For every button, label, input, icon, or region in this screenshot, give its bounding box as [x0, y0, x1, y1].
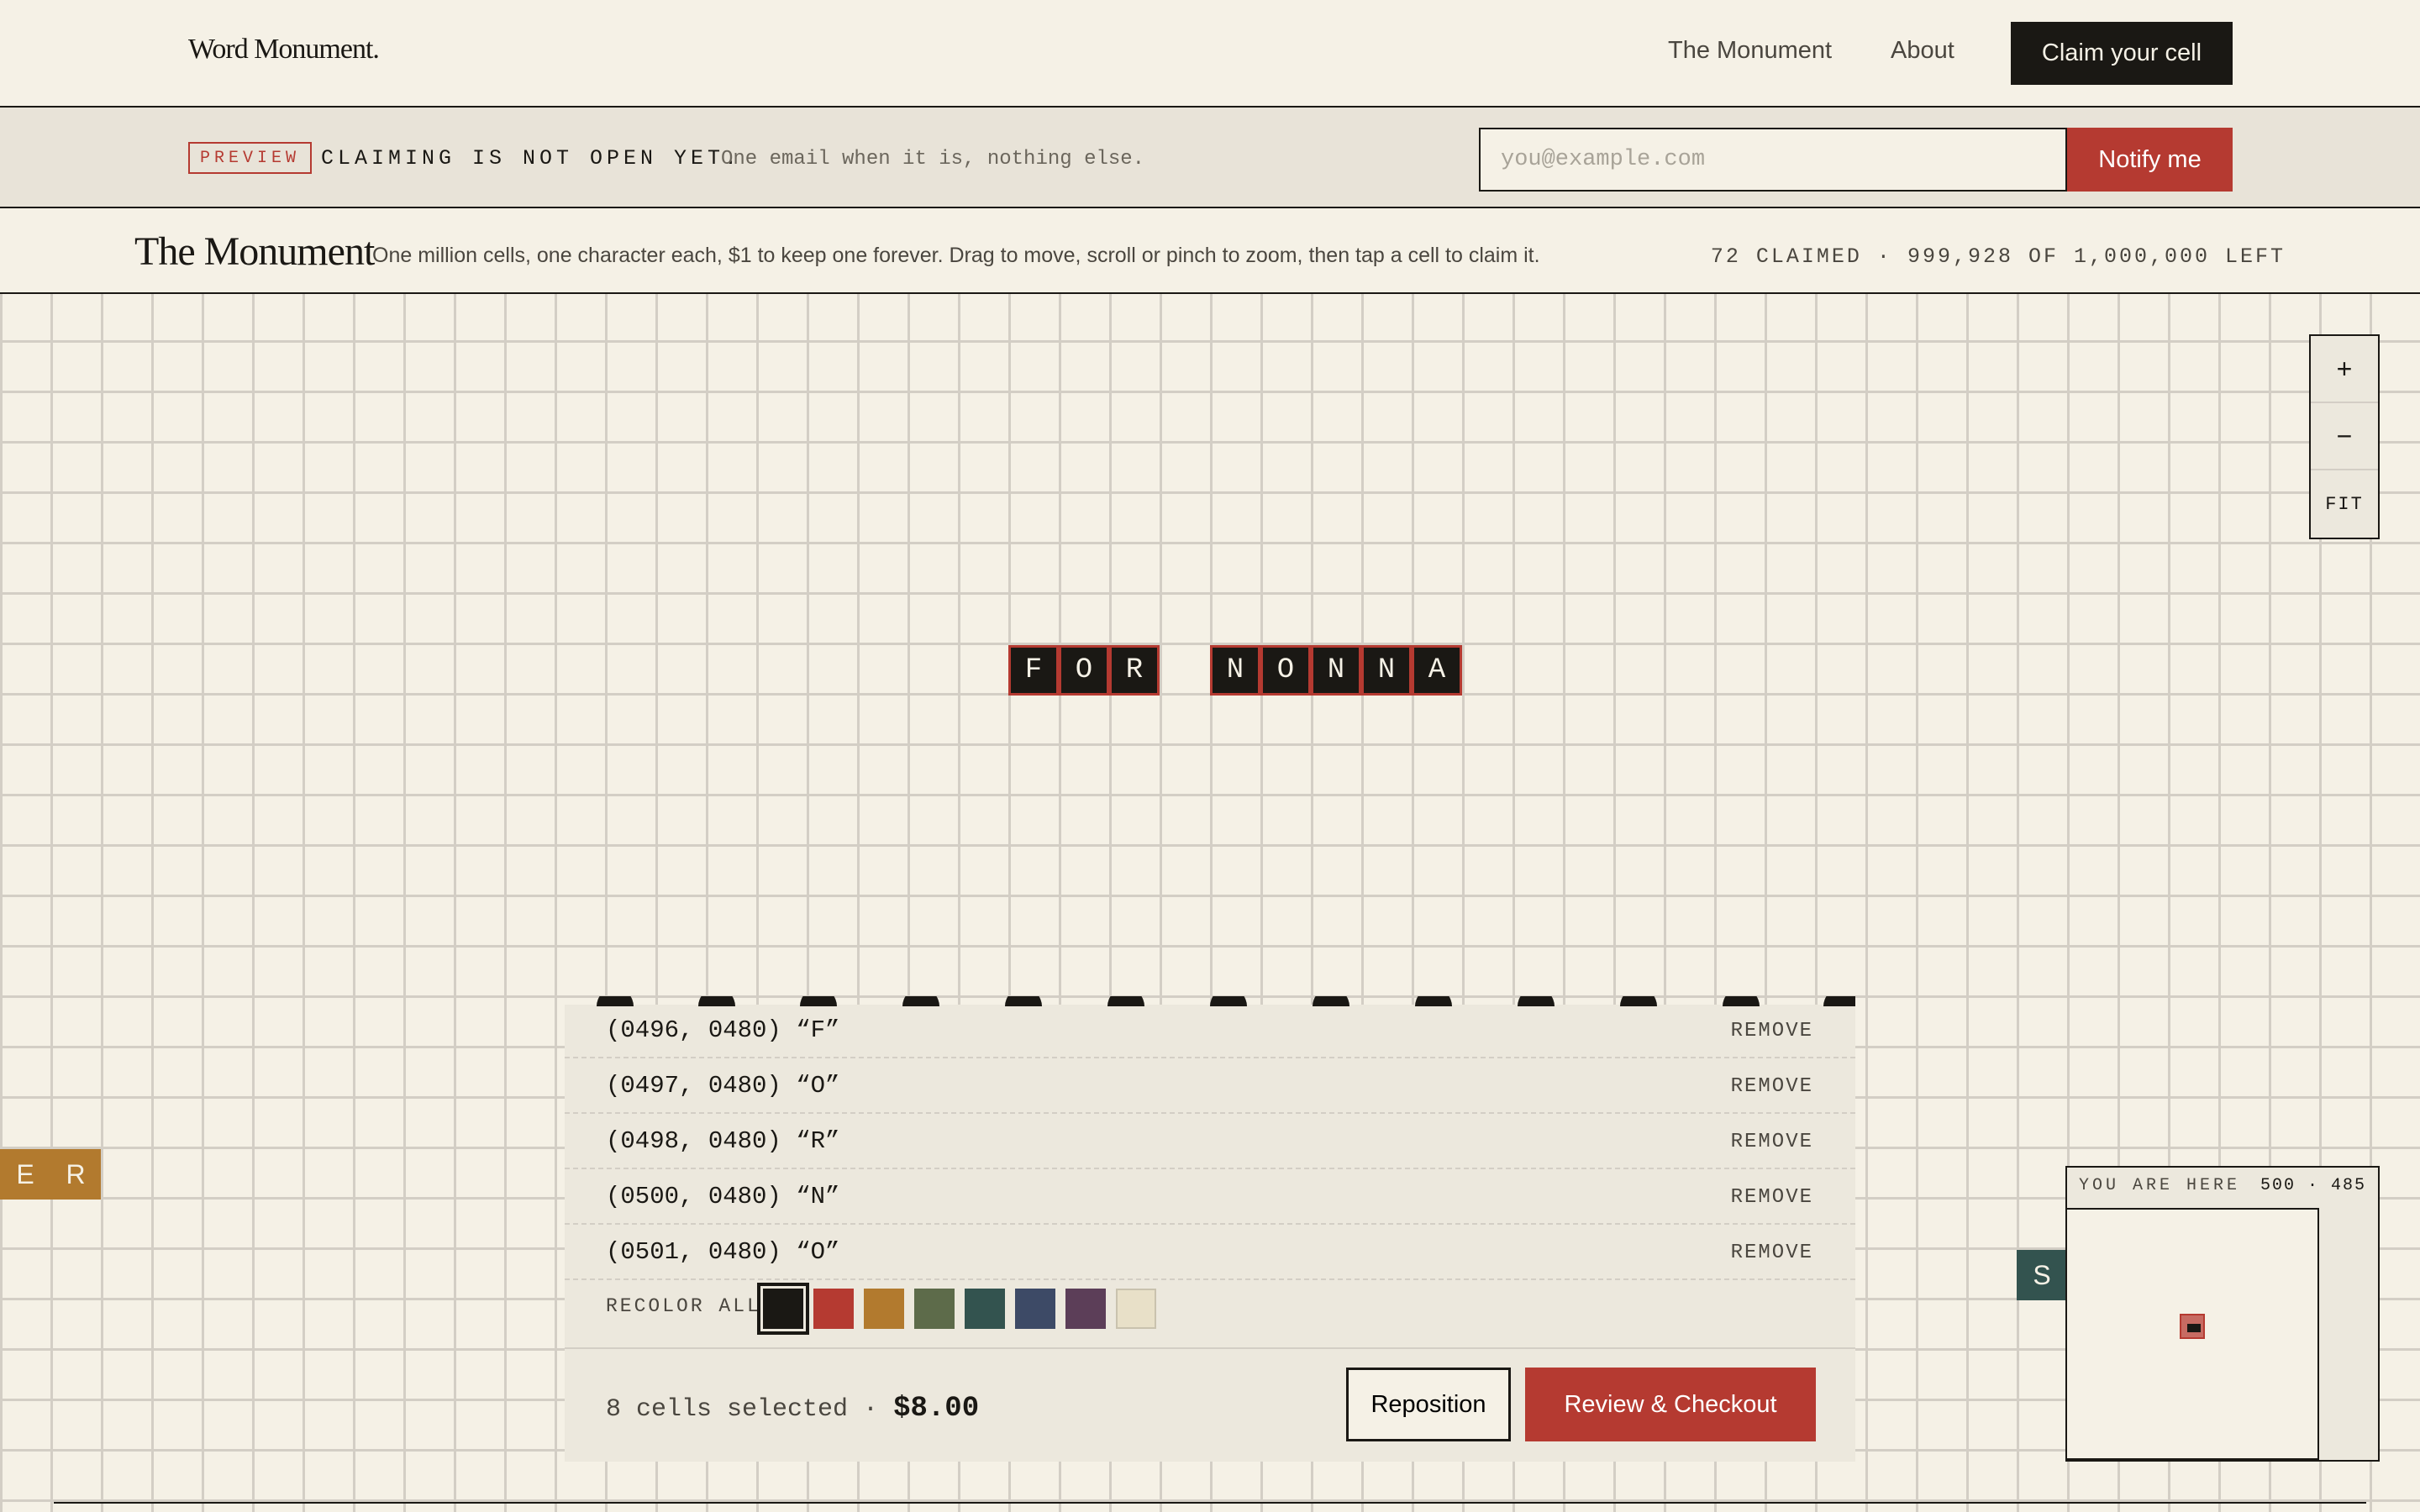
remove-cell-button[interactable]: REMOVE — [1731, 1020, 1813, 1042]
panel-divider — [565, 1347, 1855, 1349]
selection-row: (0498, 0480) “R” REMOVE — [565, 1116, 1855, 1169]
preview-banner: PREVIEW CLAIMING IS NOT OPEN YET. One em… — [0, 108, 2420, 208]
preview-badge: PREVIEW — [188, 142, 313, 174]
nav-link-about[interactable]: About — [1891, 37, 1954, 65]
selected-cell[interactable]: A — [1412, 645, 1462, 696]
bottom-rule — [54, 1502, 2366, 1504]
remove-cell-button[interactable]: REMOVE — [1731, 1186, 1813, 1209]
remove-cell-button[interactable]: REMOVE — [1731, 1242, 1813, 1264]
email-field[interactable] — [1479, 128, 2067, 192]
cell-coordinate: (0500, 0480) “N” — [606, 1183, 840, 1210]
claimed-cell[interactable]: S — [2017, 1250, 2067, 1300]
reposition-button[interactable]: Reposition — [1346, 1368, 1511, 1441]
zoom-controls: + − FIT — [2309, 334, 2380, 539]
notify-me-button[interactable]: Notify me — [2067, 128, 2233, 192]
selection-row: (0501, 0480) “O” REMOVE — [565, 1226, 1855, 1280]
color-swatch-ochre[interactable] — [864, 1289, 904, 1329]
zoom-fit-button[interactable]: FIT — [2311, 470, 2378, 538]
page-description: One million cells, one character each, $… — [372, 244, 1540, 267]
color-swatch-plum[interactable] — [1065, 1289, 1106, 1329]
selected-cell[interactable]: N — [1311, 645, 1361, 696]
page-title: The Monument — [134, 229, 375, 274]
selection-row: (0500, 0480) “N” REMOVE — [565, 1171, 1855, 1225]
claimed-cell[interactable]: R — [50, 1149, 101, 1200]
location-marker-icon — [2180, 1314, 2205, 1339]
claim-cell-button[interactable]: Claim your cell — [2011, 22, 2233, 85]
cell-coordinate: (0498, 0480) “R” — [606, 1127, 840, 1155]
minimap-coordinates: 500 · 485 — [2260, 1176, 2366, 1195]
site-logo[interactable]: Word Monument. — [188, 34, 380, 66]
claimed-count: 72 CLAIMED · 999,928 OF 1,000,000 LEFT — [1710, 244, 2286, 269]
color-swatch-olive[interactable] — [914, 1289, 955, 1329]
selected-cell[interactable]: R — [1109, 645, 1160, 696]
selected-cell[interactable]: N — [1210, 645, 1260, 696]
selection-row: (0496, 0480) “F” REMOVE — [565, 1005, 1855, 1058]
banner-subtext: One email when it is, nothing else. — [721, 148, 1145, 171]
selection-panel: (0496, 0480) “F” REMOVE (0497, 0480) “O”… — [565, 996, 1855, 1462]
zoom-out-button[interactable]: − — [2311, 403, 2378, 470]
review-checkout-button[interactable]: Review & Checkout — [1525, 1368, 1816, 1441]
minimap-viewport[interactable] — [2067, 1208, 2319, 1460]
color-swatch-black[interactable] — [757, 1283, 809, 1335]
remove-cell-button[interactable]: REMOVE — [1731, 1075, 1813, 1098]
claimed-cell[interactable]: E — [0, 1149, 50, 1200]
remove-cell-button[interactable]: REMOVE — [1731, 1131, 1813, 1153]
zoom-in-button[interactable]: + — [2311, 336, 2378, 403]
selection-price: $8.00 — [893, 1393, 980, 1425]
color-swatch-red[interactable] — [813, 1289, 854, 1329]
color-swatch-teal[interactable] — [965, 1289, 1005, 1329]
cell-coordinate: (0497, 0480) “O” — [606, 1072, 840, 1100]
monument-titlebar: The Monument One million cells, one char… — [0, 208, 2420, 294]
minimap-label: YOU ARE HERE — [2079, 1176, 2241, 1195]
selected-cell[interactable]: O — [1059, 645, 1109, 696]
selected-cell[interactable]: N — [1361, 645, 1412, 696]
cell-coordinate: (0501, 0480) “O” — [606, 1238, 840, 1266]
color-swatch-navy[interactable] — [1015, 1289, 1055, 1329]
banner-headline: CLAIMING IS NOT OPEN YET. — [321, 146, 742, 171]
recolor-all-label: RECOLOR ALL — [606, 1295, 761, 1317]
selection-count: 8 cells selected · — [606, 1395, 879, 1424]
selection-row: (0497, 0480) “O” REMOVE — [565, 1060, 1855, 1114]
cell-coordinate: (0496, 0480) “F” — [606, 1016, 840, 1044]
selected-cell[interactable]: O — [1260, 645, 1311, 696]
minimap[interactable]: YOU ARE HERE 500 · 485 — [2065, 1166, 2380, 1462]
color-swatch-cream[interactable] — [1116, 1289, 1156, 1329]
top-nav: Word Monument. The Monument About Claim … — [0, 0, 2420, 108]
selection-summary: 8 cells selected · $8.00 — [606, 1393, 979, 1425]
selected-cell[interactable]: F — [1008, 645, 1059, 696]
nav-link-monument[interactable]: The Monument — [1668, 37, 1832, 65]
